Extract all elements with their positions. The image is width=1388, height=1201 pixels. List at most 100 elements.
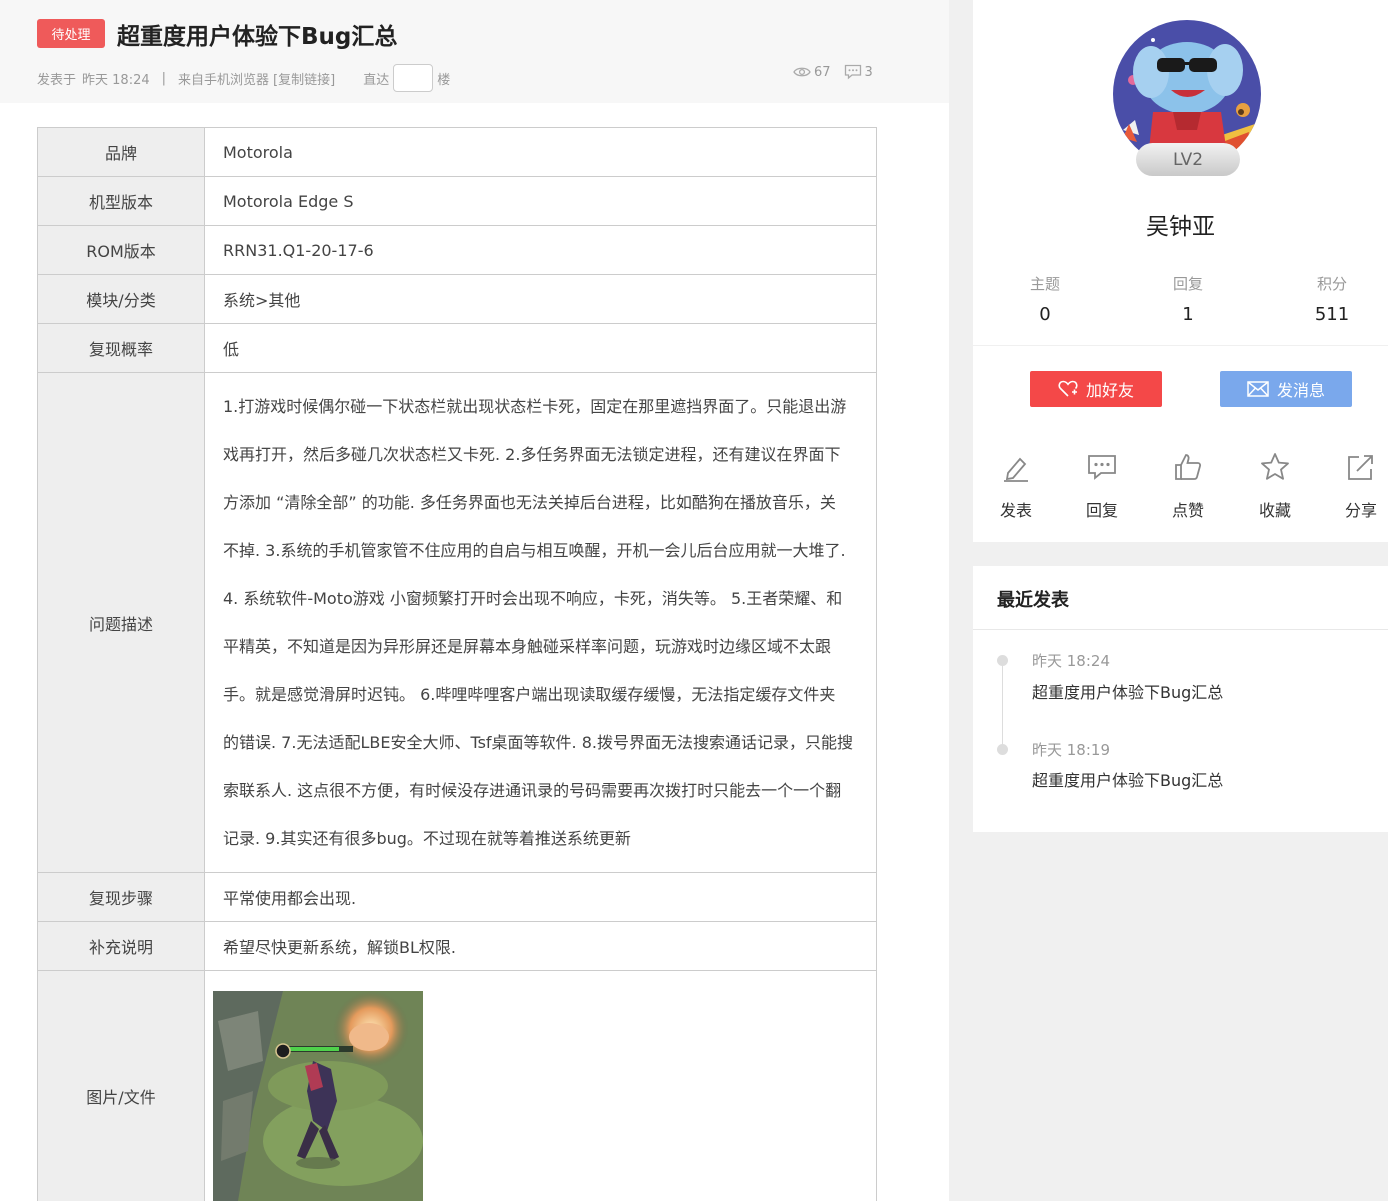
row-label: 模块/分类	[37, 274, 205, 324]
like-icon	[1175, 454, 1202, 480]
goto-floor-suffix: 楼	[437, 72, 451, 88]
recent-item-link[interactable]: 超重度用户体验下Bug汇总	[1032, 679, 1223, 703]
mail-icon	[1247, 381, 1269, 397]
share-icon	[1348, 455, 1373, 480]
post-source: 来自手机浏览器	[178, 72, 270, 88]
recent-item-link[interactable]: 超重度用户体验下Bug汇总	[1032, 767, 1223, 791]
profile-actions: 加好友 发消息	[973, 346, 1388, 433]
recent-item-time: 昨天 18:19	[1032, 741, 1110, 759]
profile-card: LV2 吴钟亚 主题 0 回复 1 积分 511	[973, 0, 1388, 345]
description-line: 平精英，不知道是因为异形屏还是屏幕本身触碰采样率问题，玩游戏时边缘区域不太跟	[223, 637, 832, 656]
stat-replies[interactable]: 回复 1	[1116, 273, 1260, 325]
row-value: 系统>其他	[204, 274, 877, 324]
row-label: 品牌	[37, 127, 205, 177]
post-title: 超重度用户体验下Bug汇总	[117, 24, 398, 50]
recent-posts-title: 最近发表	[997, 590, 1069, 611]
description-line: 戏再打开，然后多碰几次状态栏又卡死. 2.多任务界面无法锁定进程，还有建议在界面…	[223, 445, 841, 464]
stat-label: 回复	[1172, 275, 1203, 293]
post-icon	[1004, 457, 1028, 482]
row-value: Motorola	[204, 127, 877, 177]
send-message-button[interactable]: 发消息	[1220, 371, 1352, 407]
description-line: 方添加 “清除全部” 的功能. 多任务界面也无法关掉后台进程，比如酷狗在播放音乐…	[223, 493, 836, 512]
recent-item-time: 昨天 18:24	[1032, 652, 1110, 670]
reply-count-value: 3	[864, 64, 873, 80]
description-line: 索联系人. 这点很不方便，有时候没存进通讯录的号码需要再次拨打时只能去一个一个翻	[223, 781, 842, 800]
description-line: 记录. 9.其实还有很多bug。不过现在就等着推送系统更新	[223, 829, 631, 848]
steps-label: 复现步骤	[37, 872, 205, 922]
add-friend-label: 加好友	[1085, 381, 1134, 400]
tool-label: 点赞	[1171, 501, 1204, 520]
goto-floor-input[interactable]	[393, 64, 434, 92]
tool-post[interactable]: 发表	[986, 451, 1046, 521]
row-label: ROM版本	[37, 225, 205, 275]
tool-favorite[interactable]: 收藏	[1245, 451, 1305, 521]
attachment-cell	[204, 970, 877, 1201]
copy-link[interactable]: [复制链接]	[273, 69, 335, 88]
tool-label: 收藏	[1258, 501, 1291, 520]
steps-value: 平常使用都会出现.	[204, 872, 877, 922]
goto-floor-label: 直达	[363, 72, 390, 88]
row-value: RRN31.Q1-20-17-6	[204, 225, 877, 275]
username[interactable]: 吴钟亚	[973, 207, 1388, 241]
stat-value: 511	[1314, 304, 1350, 325]
divider	[973, 629, 1388, 630]
bug-info-table: 品牌 Motorola 机型版本 Motorola Edge S ROM版本 R…	[37, 127, 877, 1201]
view-count-value: 67	[814, 64, 831, 80]
recent-posts: 最近发表 昨天 18:24 超重度用户体验下Bug汇总 昨天 18:19 超重度…	[973, 566, 1388, 832]
attachment-row: 图片/文件	[37, 970, 877, 1201]
timeline-dot	[997, 655, 1008, 666]
attachment-thumbnail[interactable]	[213, 991, 423, 1201]
stat-label: 积分	[1316, 275, 1347, 293]
tool-share[interactable]: 分享	[1331, 451, 1388, 521]
description-line: 4. 系统软件-Moto游戏 小窗频繁打开时会出现不响应，卡死，消失等。 5.王…	[223, 589, 843, 608]
description-line: 手。就是感觉滑屏时迟钝。 6.哔哩哔哩客户端出现读取缓存缓慢，无法指定缓存文件夹	[223, 685, 836, 704]
stat-label: 主题	[1029, 275, 1060, 293]
stat-value: 0	[1039, 304, 1051, 325]
description-line: 1.打游戏时候偶尔碰一下状态栏就出现状态栏卡死，固定在那里遮挡界面了。只能退出游	[223, 397, 847, 416]
reply-icon	[1088, 455, 1116, 480]
description-row: 问题描述 1.打游戏时候偶尔碰一下状态栏就出现状态栏卡死，固定在那里遮挡界面了。…	[37, 372, 877, 873]
eye-icon	[793, 67, 811, 77]
row-label: 复现概率	[37, 323, 205, 373]
level-badge: LV2	[1136, 143, 1240, 176]
description-line: 的错误. 7.无法适配LBE安全大师、Tsf桌面等软件. 8.拨号界面无法搜索通…	[223, 733, 853, 752]
description-text: 1.打游戏时候偶尔碰一下状态栏就出现状态栏卡死，固定在那里遮挡界面了。只能退出游…	[204, 372, 877, 873]
post-main: 待处理 超重度用户体验下Bug汇总 发表于 昨天 18:24 | 来自手机浏览器…	[0, 0, 949, 1201]
posted-time: 昨天 18:24	[82, 72, 150, 88]
table-row: 复现概率 低	[37, 323, 877, 373]
stat-points[interactable]: 积分 511	[1260, 273, 1388, 325]
send-message-label: 发消息	[1276, 381, 1325, 400]
tool-like[interactable]: 点赞	[1158, 451, 1218, 521]
post-tools: 发表 回复 点赞 收藏 分享	[973, 433, 1388, 542]
description-label: 问题描述	[37, 372, 205, 873]
heart-plus-icon	[1058, 380, 1078, 397]
reply-count: 3	[844, 64, 873, 80]
row-value: 低	[204, 323, 877, 373]
tool-label: 回复	[1085, 501, 1118, 520]
table-row: ROM版本 RRN31.Q1-20-17-6	[37, 225, 877, 275]
notes-row: 补充说明 希望尽快更新系统，解锁BL权限.	[37, 921, 877, 971]
notes-label: 补充说明	[37, 921, 205, 971]
tool-label: 发表	[999, 501, 1032, 520]
posted-label: 发表于	[37, 72, 77, 88]
tool-reply[interactable]: 回复	[1072, 451, 1132, 521]
tool-label: 分享	[1344, 501, 1377, 520]
table-row: 品牌 Motorola	[37, 127, 877, 177]
stat-value: 1	[1182, 304, 1194, 325]
table-row: 机型版本 Motorola Edge S	[37, 176, 877, 226]
table-row: 模块/分类 系统>其他	[37, 274, 877, 324]
view-count: 67	[793, 65, 831, 80]
row-value: Motorola Edge S	[204, 176, 877, 226]
status-badge: 待处理	[37, 19, 105, 48]
steps-row: 复现步骤 平常使用都会出现.	[37, 872, 877, 922]
post-header: 待处理 超重度用户体验下Bug汇总 发表于 昨天 18:24 | 来自手机浏览器…	[0, 0, 949, 103]
stat-topics[interactable]: 主题 0	[973, 273, 1117, 325]
favorite-icon	[1261, 453, 1289, 480]
description-line: 不掉. 3.系统的手机管家管不住应用的自启与相互唤醒，开机一会儿后台应用就一大堆…	[223, 541, 846, 560]
attachment-label: 图片/文件	[37, 970, 205, 1201]
meta-separator: |	[161, 70, 167, 86]
add-friend-button[interactable]: 加好友	[1030, 371, 1162, 407]
post-meta: 发表于 昨天 18:24 | 来自手机浏览器 [复制链接] 直达 楼	[37, 62, 450, 94]
comment-icon	[844, 64, 861, 80]
timeline-dot	[997, 744, 1008, 755]
